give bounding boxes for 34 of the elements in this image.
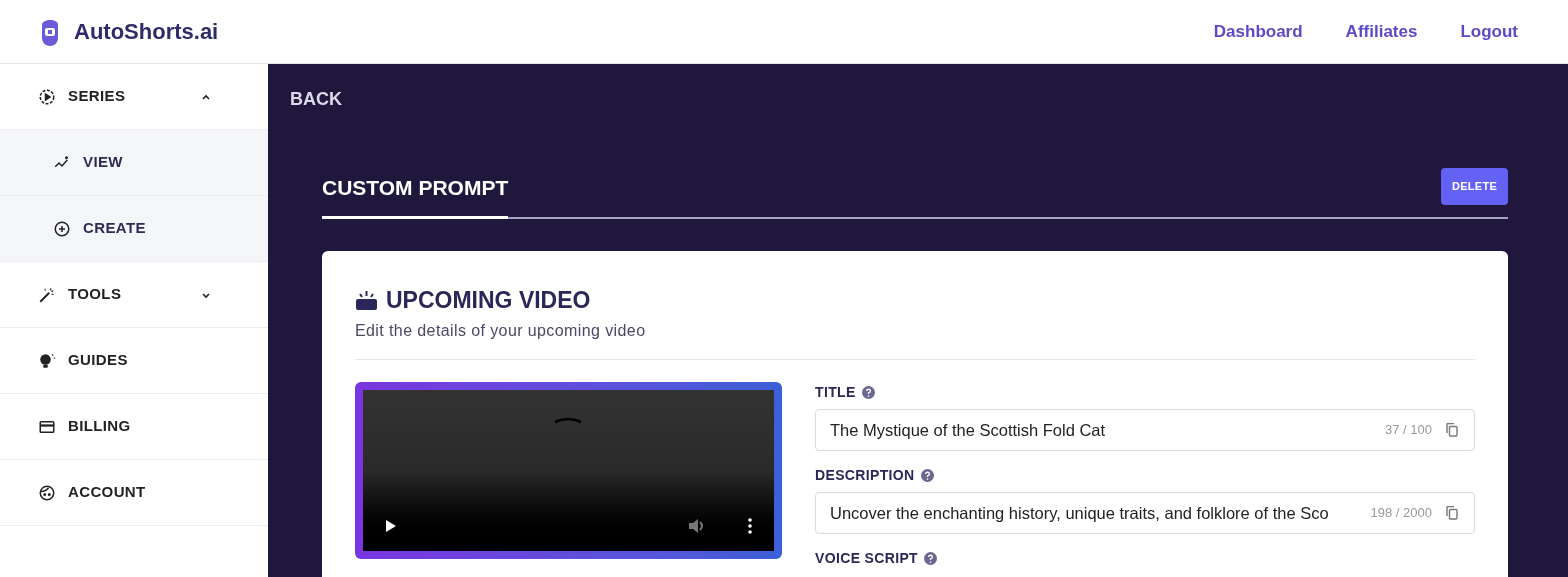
sidebar-subitem[interactable]: VIEW <box>0 130 268 196</box>
plus-circle-icon <box>53 219 71 238</box>
brand-name: AutoShorts.ai <box>74 18 219 46</box>
copy-icon[interactable] <box>1446 506 1458 520</box>
delete-button[interactable]: DELETE <box>1440 168 1508 205</box>
back-link[interactable]: BACK <box>290 86 342 113</box>
more-options-icon[interactable] <box>748 518 752 534</box>
help-icon[interactable] <box>920 469 934 482</box>
copy-icon[interactable] <box>1446 423 1458 437</box>
text-field[interactable]: The Mystique of the Scottish Fold Cat 37 / 100 <box>815 409 1475 451</box>
field-label: VOICE SCRIPT <box>815 549 918 568</box>
character-counter: 37 / 100 <box>1385 421 1432 440</box>
tab[interactable]: CUSTOM PROMPT <box>322 172 509 219</box>
field-label: TITLE <box>815 383 856 402</box>
play-icon[interactable] <box>385 519 397 533</box>
sparkle-box-icon <box>355 289 378 310</box>
lightbulb-icon <box>38 351 56 370</box>
nav-link[interactable]: Dashboard <box>1213 18 1303 45</box>
card-title: UPCOMING VIDEO <box>386 285 591 315</box>
video-player[interactable] <box>355 382 782 559</box>
nav-link[interactable]: Affiliates <box>1345 18 1418 45</box>
play-circle-icon <box>38 87 56 106</box>
face-icon <box>38 483 56 502</box>
text-field[interactable]: Uncover the enchanting history, unique traits, and folklore of the Sco 198 / 2000 <box>815 492 1475 534</box>
help-icon[interactable] <box>924 552 937 565</box>
nav-link[interactable]: Logout <box>1460 18 1518 45</box>
sidebar-subitem[interactable]: CREATE <box>0 196 268 262</box>
card-subtitle: Edit the details of your upcoming video <box>355 321 647 341</box>
field-label: DESCRIPTION <box>815 466 915 485</box>
volume-icon[interactable] <box>688 518 706 534</box>
character-counter: 198 / 2000 <box>1370 504 1432 523</box>
help-icon[interactable] <box>861 386 875 399</box>
loading-spinner-icon <box>553 416 583 424</box>
magic-wand-icon <box>38 285 56 304</box>
